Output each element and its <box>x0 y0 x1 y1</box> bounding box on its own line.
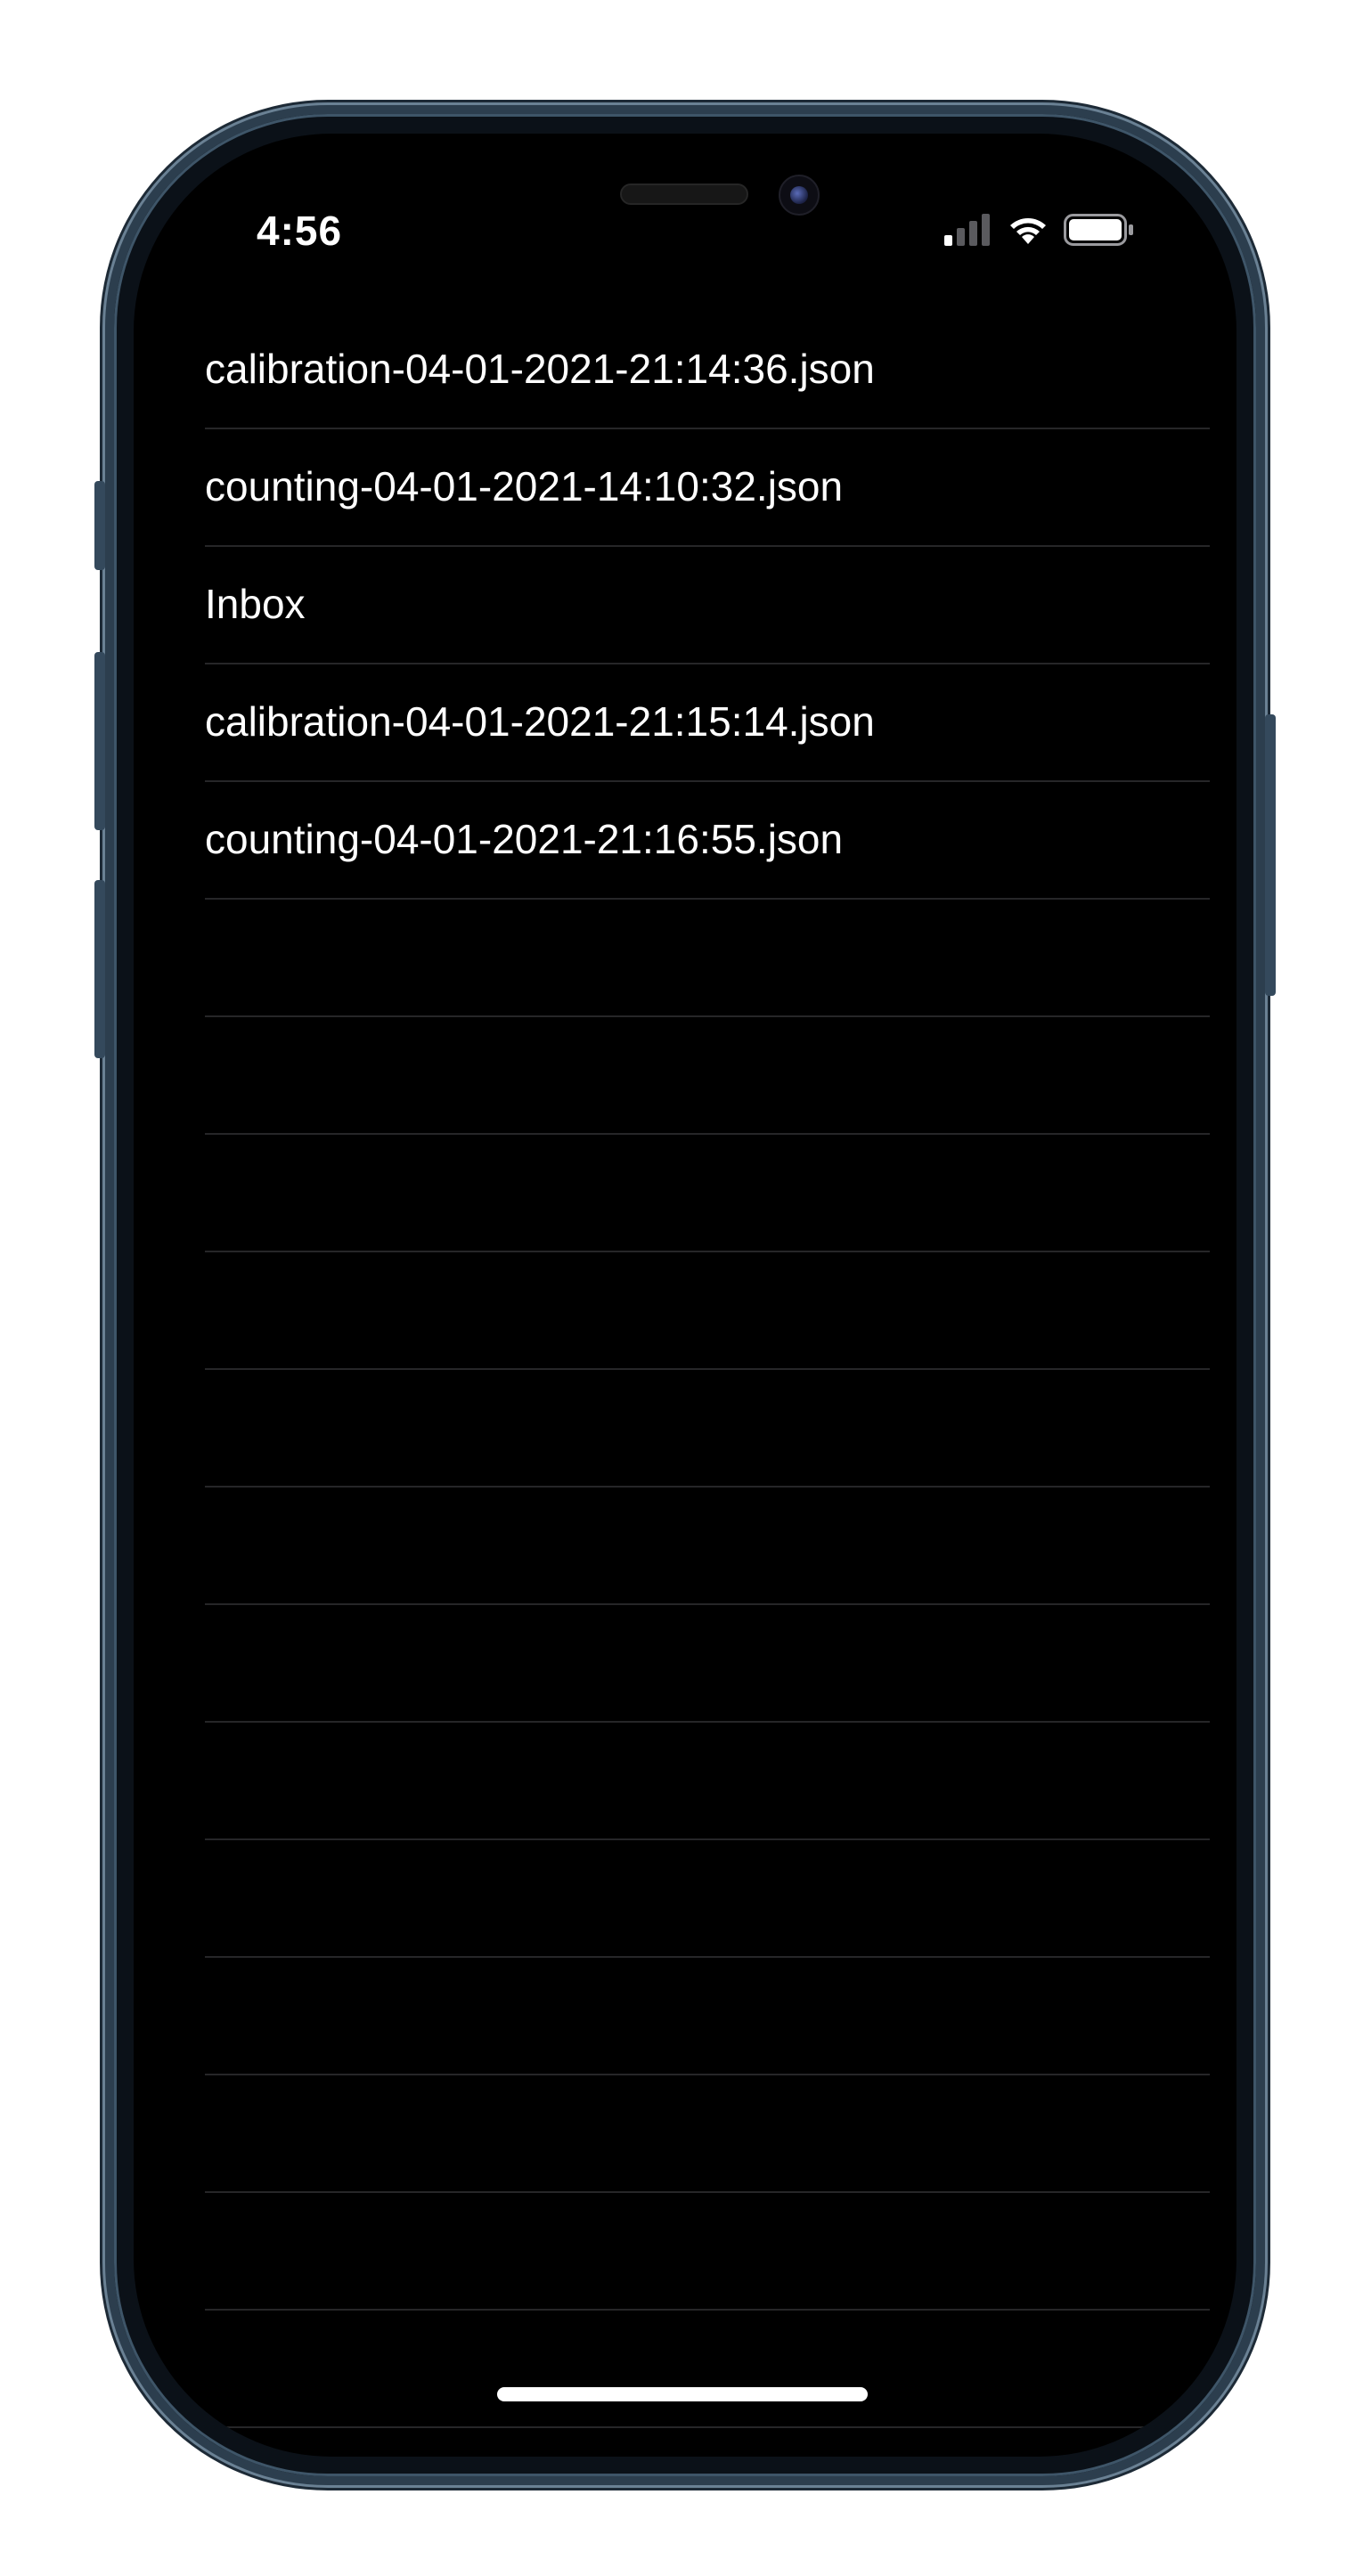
battery-icon <box>1064 214 1133 246</box>
empty-row <box>205 900 1210 1017</box>
file-row[interactable]: counting-04-01-2021-21:16:55.json <box>205 782 1210 900</box>
action-button <box>94 481 105 570</box>
folder-row-inbox[interactable]: Inbox <box>205 547 1210 664</box>
empty-row <box>205 1605 1210 1723</box>
cellular-signal-icon <box>944 214 990 246</box>
file-row-label: calibration-04-01-2021-21:14:36.json <box>205 346 875 392</box>
empty-row <box>205 2075 1210 2193</box>
empty-row <box>205 1135 1210 1252</box>
empty-row <box>205 1017 1210 1135</box>
home-indicator[interactable] <box>497 2387 868 2401</box>
file-row-label: counting-04-01-2021-14:10:32.json <box>205 463 844 509</box>
empty-row <box>205 1958 1210 2075</box>
front-camera <box>779 175 820 216</box>
empty-row <box>205 1488 1210 1605</box>
earpiece-speaker <box>620 183 748 205</box>
empty-row <box>205 1370 1210 1488</box>
file-list: calibration-04-01-2021-21:14:36.json coun… <box>205 312 1210 2428</box>
empty-row <box>205 2311 1210 2428</box>
file-row-label: calibration-04-01-2021-21:15:14.json <box>205 698 875 745</box>
empty-row <box>205 1252 1210 1370</box>
file-row-label: counting-04-01-2021-21:16:55.json <box>205 816 844 862</box>
device-screen: 4:56 calibration-04-01-2021-21:14:36.jso… <box>134 134 1236 2457</box>
status-time: 4:56 <box>257 208 343 254</box>
file-row[interactable]: counting-04-01-2021-14:10:32.json <box>205 429 1210 547</box>
wifi-icon <box>1010 218 1046 244</box>
volume-down-button <box>94 880 105 1058</box>
empty-row <box>205 1723 1210 1840</box>
empty-row <box>205 1840 1210 1958</box>
volume-up-button <box>94 652 105 830</box>
file-row[interactable]: calibration-04-01-2021-21:14:36.json <box>205 312 1210 429</box>
empty-row <box>205 2193 1210 2311</box>
status-icons <box>944 208 1137 253</box>
file-row[interactable]: calibration-04-01-2021-21:15:14.json <box>205 664 1210 782</box>
power-button <box>1265 714 1276 996</box>
file-row-label: Inbox <box>205 581 306 627</box>
